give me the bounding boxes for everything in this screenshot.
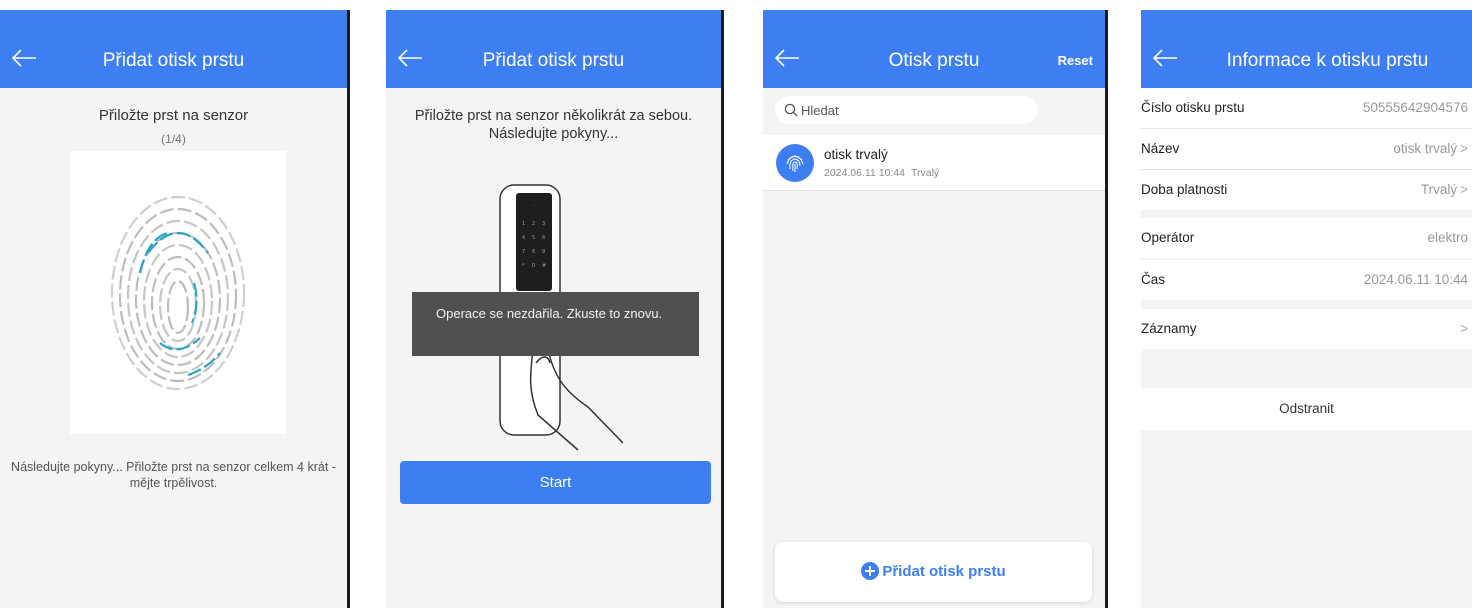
svg-text:8: 8 (532, 249, 535, 255)
svg-text:◦: ◦ (532, 203, 535, 209)
page-title: Přidat otisk prstu (102, 50, 245, 71)
svg-text:0: 0 (532, 263, 535, 269)
svg-text:9: 9 (542, 249, 545, 255)
info-value: > (1457, 321, 1468, 336)
hint-text: Následujte pokyny... Přiložte prst na se… (11, 460, 336, 490)
back-arrow-icon[interactable] (1151, 48, 1179, 68)
reset-button[interactable]: Reset (1058, 53, 1093, 68)
info-row-name[interactable]: Název otisk trvalý > (1141, 129, 1472, 169)
screen-add-fingerprint-scan: Přidat otisk prstu Přiložte prst na senz… (0, 10, 350, 608)
header-bar: Přidat otisk prstu (386, 10, 721, 88)
header-bar: Přidat otisk prstu (0, 10, 347, 88)
screen-add-fingerprint-start: Přidat otisk prstu Přiložte prst na senz… (386, 10, 724, 608)
info-row-number: Číslo otisku prstu 50555642904576 (1141, 88, 1472, 128)
plus-circle-icon (861, 562, 880, 580)
info-row-records[interactable]: Záznamy > (1141, 309, 1472, 349)
svg-text:5: 5 (532, 235, 535, 241)
svg-text:4: 4 (522, 235, 525, 241)
info-label: Doba platnosti (1141, 182, 1228, 197)
item-date: 2024.06.11 10:44 (824, 167, 905, 179)
info-label: Čas (1141, 272, 1166, 287)
info-value-text: otisk trvalý (1393, 141, 1458, 156)
info-row-time: Čas 2024.06.11 10:44 (1141, 260, 1472, 300)
screenshot-collage: Přidat otisk prstu Přiložte prst na senz… (0, 0, 1472, 608)
page-title: Otisk prstu (888, 50, 980, 71)
page-title: Informace k otisku prstu (1226, 50, 1429, 71)
search-placeholder: Hledat (801, 103, 839, 118)
delete-button[interactable]: Odstranit (1141, 388, 1472, 430)
list-item[interactable]: otisk trvalý 2024.06.11 10:44 Trvalý (763, 135, 1105, 191)
chevron-right-icon: > (1460, 182, 1468, 197)
header-bar: Otisk prstu Reset (763, 10, 1105, 88)
screen-fingerprint-list: Otisk prstu Reset Hledat otisk trvalý 20… (763, 10, 1108, 608)
info-value-text: Trvalý (1420, 182, 1458, 197)
instruction-text: Přiložte prst na senzor (98, 107, 249, 124)
info-value: elektro (1427, 230, 1468, 245)
svg-text:1: 1 (522, 221, 525, 227)
info-value: otisk trvalý > (1393, 141, 1468, 156)
screen-fingerprint-info: Informace k otisku prstu Číslo otisku pr… (1141, 10, 1472, 608)
instruction-text: Přiložte prst na senzor několikrát za se… (414, 108, 693, 142)
search-input[interactable]: Hledat (775, 96, 1038, 124)
error-toast: Operace se nezdařila. Zkuste to znovu. (412, 292, 699, 356)
fingerprint-avatar (776, 144, 814, 182)
page-title: Přidat otisk prstu (482, 50, 625, 71)
header-bar: Informace k otisku prstu (1141, 10, 1472, 88)
info-row-validity[interactable]: Doba platnosti Trvalý > (1141, 170, 1472, 210)
info-label: Operátor (1141, 230, 1195, 245)
fingerprint-icon (110, 195, 246, 391)
info-value: 2024.06.11 10:44 (1363, 272, 1468, 287)
info-value: Trvalý > (1421, 182, 1468, 197)
add-fingerprint-label: Přidat otisk prstu (882, 563, 1006, 580)
info-label: Záznamy (1141, 321, 1197, 336)
svg-text:2: 2 (532, 221, 535, 227)
svg-text:3: 3 (542, 221, 545, 227)
info-value: 50555642904576 (1362, 100, 1468, 115)
svg-text:7: 7 (522, 249, 525, 255)
add-fingerprint-button[interactable]: Přidat otisk prstu (775, 542, 1092, 602)
chevron-right-icon: > (1460, 141, 1468, 156)
svg-text:6: 6 (542, 235, 545, 241)
search-icon (784, 103, 798, 117)
scan-counter: (1/4) (161, 132, 186, 146)
fingerprint-icon (786, 155, 804, 172)
chevron-right-icon: > (1460, 321, 1468, 336)
item-name: otisk trvalý (824, 147, 888, 162)
start-button[interactable]: Start (400, 461, 711, 504)
fingerprint-panel (70, 151, 286, 434)
svg-text:#: # (542, 263, 546, 269)
info-label: Název (1141, 141, 1180, 156)
info-label: Číslo otisku prstu (1141, 100, 1245, 115)
info-row-operator: Operátor elektro (1141, 218, 1472, 258)
item-meta: 2024.06.11 10:44 Trvalý (824, 167, 945, 179)
item-type: Trvalý (910, 167, 940, 179)
